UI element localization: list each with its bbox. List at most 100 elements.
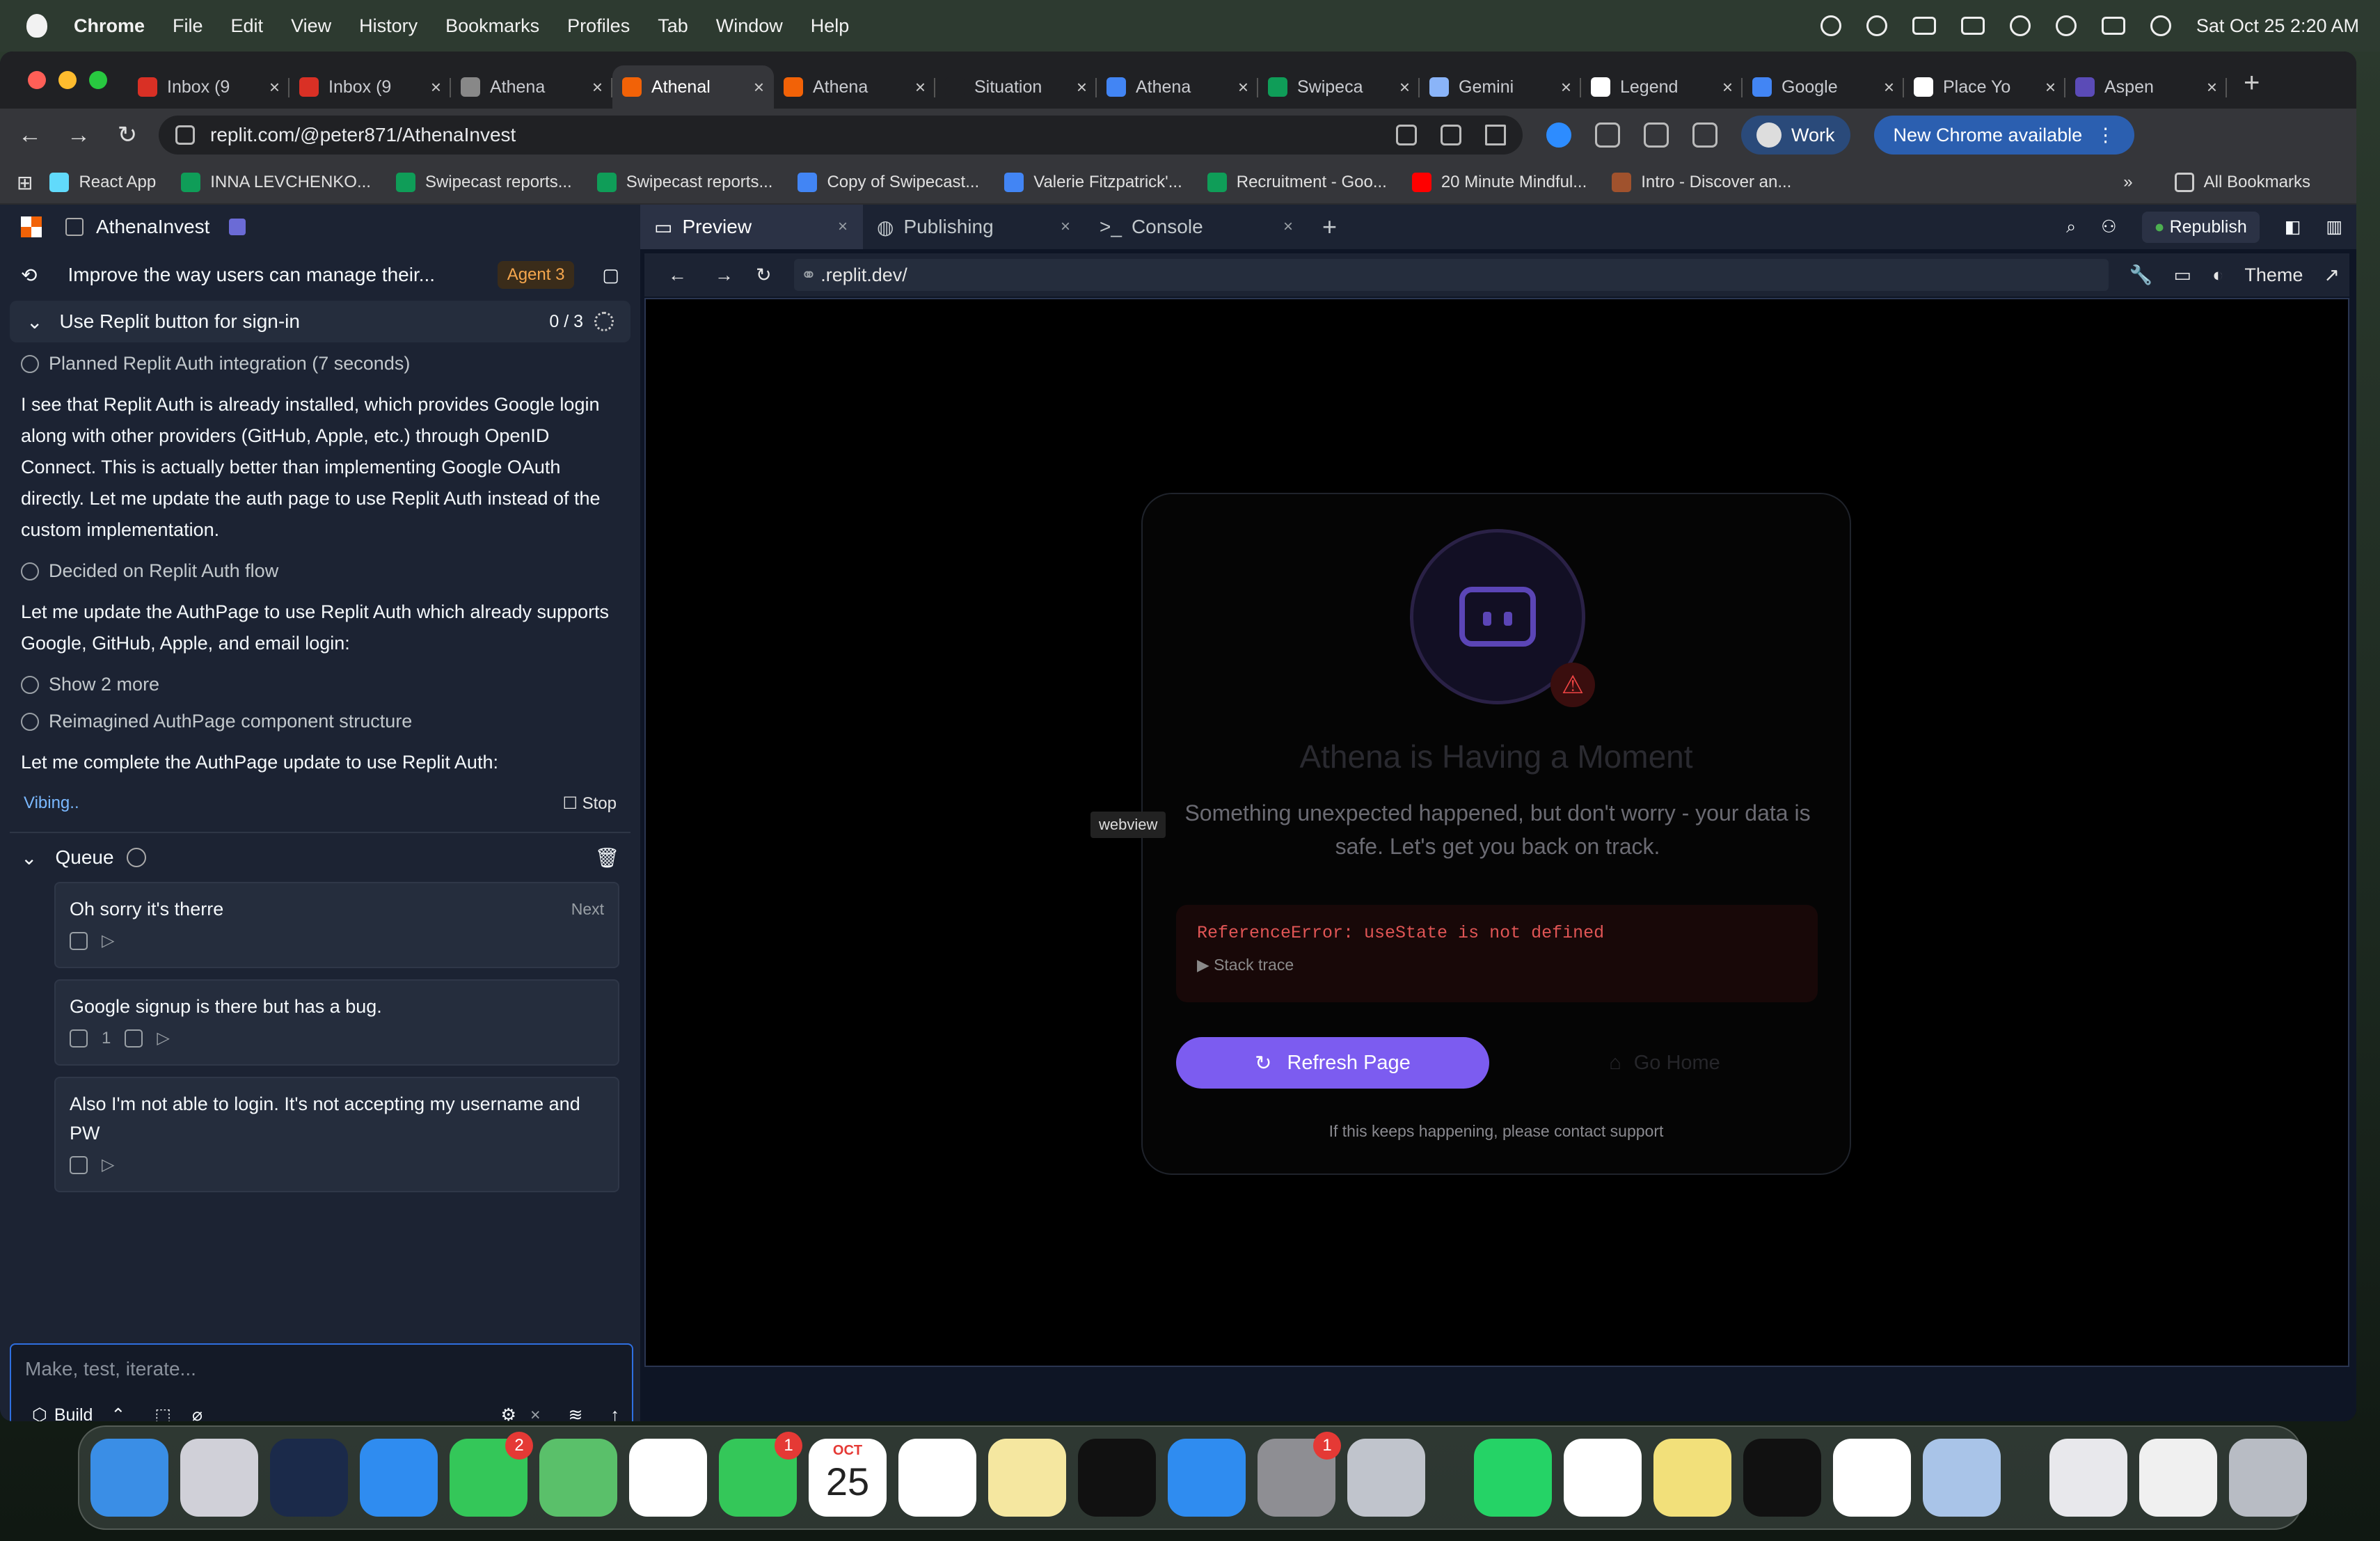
send-arrow-icon[interactable]: ↑	[611, 1405, 620, 1422]
bookmark-item[interactable]: Intro - Discover an...	[1612, 173, 1791, 192]
dock-app-spark-icon[interactable]	[270, 1439, 348, 1517]
close-tab-icon[interactable]: ×	[2207, 77, 2217, 98]
browser-tab[interactable]: Athena ×	[1097, 65, 1258, 109]
tab-console[interactable]: >_ Console ×	[1086, 205, 1308, 249]
queue-item[interactable]: Also I'm not able to login. It's not acc…	[54, 1077, 619, 1192]
dock-app-maps-icon[interactable]	[539, 1439, 617, 1517]
dock-app-trash-icon[interactable]	[2229, 1439, 2307, 1517]
new-chat-icon[interactable]: ▢	[602, 264, 619, 286]
preview-reload-icon[interactable]: ↻	[756, 264, 772, 286]
agent-thought[interactable]: Decided on Replit Auth flow	[21, 555, 619, 587]
chevron-down-icon[interactable]: ⌄	[21, 846, 37, 869]
dock-app-launchpad-icon[interactable]	[180, 1439, 258, 1517]
dock-app-finder-icon[interactable]	[90, 1439, 168, 1517]
menu-bookmarks[interactable]: Bookmarks	[445, 15, 539, 37]
browser-tab[interactable]: Gemini ×	[1420, 65, 1581, 109]
forward-icon[interactable]: →	[54, 122, 103, 149]
refresh-page-button[interactable]: ↻ Refresh Page	[1176, 1037, 1489, 1089]
browser-tab[interactable]: Inbox (9 ×	[289, 65, 451, 109]
dock-app-slack-icon[interactable]	[1564, 1439, 1642, 1517]
browser-tab[interactable]: Athena ×	[774, 65, 935, 109]
select-element-icon[interactable]: ⬚	[154, 1405, 171, 1421]
close-tab-icon[interactable]: ×	[915, 77, 926, 98]
bookmark-item[interactable]: 20 Minute Mindful...	[1411, 173, 1587, 192]
dock-app-tv-icon[interactable]	[1078, 1439, 1156, 1517]
current-step[interactable]: ⌄ Use Replit button for sign-in 0 / 3	[10, 301, 630, 342]
tab-publishing[interactable]: ◍ Publishing ×	[863, 205, 1086, 249]
menu-history[interactable]: History	[359, 15, 418, 37]
split-view-icon[interactable]: ◧	[2285, 216, 2301, 237]
queue-item[interactable]: Oh sorry it's therre Next ▷	[54, 882, 619, 968]
address-bar[interactable]: replit.com/@peter871/AthenaInvest	[159, 116, 1523, 155]
close-window-button[interactable]	[28, 71, 46, 89]
browser-tab[interactable]: Swipeca ×	[1258, 65, 1420, 109]
dock-app-reminders-icon[interactable]	[898, 1439, 976, 1517]
menubar-datetime[interactable]: Sat Oct 25 2:20 AM	[2196, 15, 2359, 37]
browser-tab[interactable]: Athenal ×	[612, 65, 774, 109]
info-icon[interactable]	[126, 848, 146, 867]
bookmark-item[interactable]: Swipecast reports...	[596, 173, 772, 192]
browser-tab[interactable]: Aspen ×	[2065, 65, 2227, 109]
agent-thought[interactable]: Show 2 more	[21, 669, 619, 700]
siri-icon[interactable]	[2150, 15, 2171, 36]
replit-logo-icon[interactable]	[21, 216, 42, 237]
dock-app-screenshot-icon[interactable]	[2139, 1439, 2217, 1517]
stack-trace-toggle[interactable]: ▶ Stack trace	[1197, 956, 1797, 974]
close-tab-icon[interactable]: ×	[1722, 77, 1733, 98]
dock-app-spotify-icon[interactable]	[1743, 1439, 1821, 1517]
agent-thought[interactable]: Planned Replit Auth integration (7 secon…	[21, 348, 619, 379]
go-home-button[interactable]: ⌂ Go Home	[1560, 1037, 1769, 1089]
all-bookmarks-folder[interactable]: All Bookmarks	[2174, 173, 2310, 192]
reload-icon[interactable]: ↻	[103, 121, 152, 149]
task-title[interactable]: Improve the way users can manage their..…	[68, 264, 489, 286]
app-tools-icon[interactable]: ⚙	[501, 1405, 516, 1421]
close-tab-icon[interactable]: ×	[1884, 77, 1894, 98]
menu-help[interactable]: Help	[811, 15, 850, 37]
close-tab-icon[interactable]: ×	[592, 77, 603, 98]
close-icon[interactable]: ×	[1061, 217, 1070, 237]
mode-selector[interactable]: ⬡ Build ⌃	[24, 1400, 134, 1422]
queue-header[interactable]: ⌄ Queue 🗑	[10, 833, 630, 882]
dock-app-chrome-icon[interactable]	[1833, 1439, 1911, 1517]
send-icon[interactable]: ▷	[102, 926, 114, 956]
send-icon[interactable]: ▷	[102, 1151, 114, 1180]
agent-thought[interactable]: Reimagined AuthPage component structure	[21, 706, 619, 737]
dock-app-messages-icon[interactable]: 2	[450, 1432, 533, 1517]
update-chrome-button[interactable]: New Chrome available ⋮	[1873, 116, 2135, 155]
profile-button[interactable]: Work	[1741, 116, 1850, 155]
dock-app-app-store-icon[interactable]	[1168, 1439, 1246, 1517]
battery-icon[interactable]	[1960, 17, 1985, 35]
menu-file[interactable]: File	[173, 15, 203, 37]
more-bookmarks-button[interactable]: »	[2123, 173, 2132, 192]
browser-tab[interactable]: Inbox (9 ×	[128, 65, 289, 109]
browser-tab[interactable]: Athena ×	[451, 65, 612, 109]
menu-view[interactable]: View	[291, 15, 331, 37]
preview-url-field[interactable]: ⚭ .replit.dev/	[793, 259, 2109, 291]
trash-icon[interactable]: 🗑	[594, 846, 619, 869]
chat-input[interactable]	[11, 1345, 632, 1393]
theme-palette-icon[interactable]: ◐	[2212, 264, 2223, 286]
bookmark-item[interactable]: INNA LEVCHENKO...	[181, 173, 371, 192]
republish-button[interactable]: ● Republish	[2141, 211, 2260, 243]
device-frame-icon[interactable]: ▭	[2174, 264, 2192, 286]
tab-search-icon[interactable]	[1692, 123, 1717, 148]
history-icon[interactable]: ⟲	[21, 264, 37, 287]
queue-item[interactable]: Google signup is there but has a bug. 1 ▷	[54, 979, 619, 1066]
dock-app-photos-icon[interactable]	[629, 1439, 707, 1517]
spotlight-search-icon[interactable]	[2055, 15, 2077, 36]
search-icon[interactable]: ⌕	[2066, 217, 2076, 237]
devtools-wrench-icon[interactable]: 🔧	[2129, 264, 2153, 286]
close-tab-icon[interactable]: ×	[1238, 77, 1248, 98]
menu-tab[interactable]: Tab	[658, 15, 688, 37]
back-icon[interactable]: ←	[6, 122, 54, 149]
close-tab-icon[interactable]: ×	[1561, 77, 1571, 98]
vpn-status-icon[interactable]	[1820, 15, 1841, 36]
bookmark-item[interactable]: Valerie Fitzpatrick'...	[1004, 173, 1182, 192]
bookmark-item[interactable]: Swipecast reports...	[395, 173, 572, 192]
project-name[interactable]: AthenaInvest	[96, 216, 209, 238]
address-url[interactable]: replit.com/@peter871/AthenaInvest	[210, 124, 1372, 146]
minimize-window-button[interactable]	[58, 71, 77, 89]
zoom-window-button[interactable]	[89, 71, 107, 89]
add-tab-icon[interactable]: +	[1322, 212, 1337, 242]
agent-version-badge[interactable]: Agent 3	[497, 261, 575, 289]
